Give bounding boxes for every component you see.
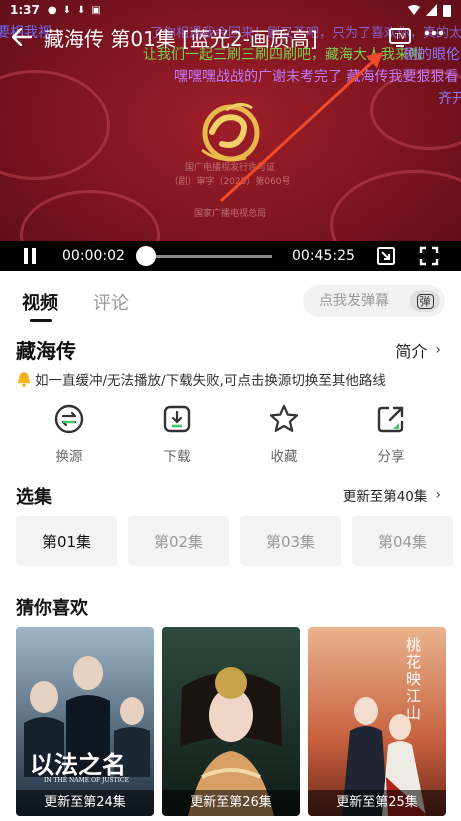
tab-video[interactable]: 视频 [22, 289, 58, 315]
content-tabs: 视频 评论 弹 [0, 271, 461, 331]
recommendation-card[interactable]: 更新至第26集 [162, 627, 300, 816]
video-player[interactable]: 1:37 ● ⬇ ⬇ ▣ 要相我视 了你相遇我会回来！剧又开吧，只为了喜欢你，真… [0, 0, 461, 271]
poster-image [16, 627, 154, 816]
chevron-right-icon: › [435, 487, 441, 503]
total-duration: 00:45:25 [292, 248, 355, 264]
annotation-arrow [220, 52, 383, 202]
seek-handle[interactable] [136, 246, 156, 266]
star-icon [269, 404, 299, 432]
action-label: 下载 [163, 449, 191, 465]
poster-subtitle: IN THE NAME OF JUSTICE [44, 777, 129, 784]
danmaku-toggle-button[interactable]: 弹 [410, 290, 440, 312]
current-time: 00:00:02 [62, 248, 125, 264]
pause-bar [32, 248, 36, 264]
episodes-update-link[interactable]: 更新至第40集 › [343, 485, 441, 505]
favorite-button[interactable]: 收藏 [239, 403, 329, 465]
chevron-right-icon: › [435, 342, 441, 358]
fullscreen-icon [419, 246, 439, 266]
action-label: 收藏 [270, 449, 298, 465]
recommendations-title: 猜你喜欢 [16, 598, 88, 619]
episode-list: 第01集 第02集 第03集 第04集 [16, 516, 453, 566]
recommendation-list: 以法之名 IN THE NAME OF JUSTICE 更新至第24集 更新至第… [16, 627, 446, 816]
playback-notice: 如一直缓冲/无法播放/下载失败,可点击换源切换至其他路线 [16, 369, 386, 389]
poster-title: 以法之名 [30, 750, 126, 779]
episode-item[interactable]: 第01集 [16, 516, 117, 566]
episode-item[interactable]: 第02集 [128, 516, 229, 566]
action-label: 换源 [55, 449, 83, 465]
pause-bar [24, 248, 28, 264]
download-icon [163, 405, 191, 433]
fullscreen-button[interactable] [419, 246, 439, 266]
update-label: 更新至第40集 [342, 489, 428, 505]
swap-icon [54, 404, 84, 434]
danmaku-icon: 弹 [416, 293, 434, 309]
recommendation-card[interactable]: 桃花映江山 更新至第25集 [308, 627, 446, 816]
tab-comments[interactable]: 评论 [93, 289, 129, 315]
recommendation-caption: 更新至第25集 [308, 790, 446, 816]
tab-indicator [30, 319, 52, 322]
poster-title: 桃花映江山 [406, 636, 422, 722]
action-label: 分享 [377, 449, 405, 465]
swap-source-button[interactable]: 换源 [24, 403, 114, 465]
share-button[interactable]: 分享 [346, 403, 436, 465]
poster-image [162, 627, 300, 816]
show-title: 藏海传 [16, 339, 76, 363]
episodes-title: 选集 [16, 487, 52, 508]
intro-link[interactable]: 简介 › [395, 338, 441, 362]
recommendation-caption: 更新至第24集 [16, 790, 154, 816]
download-button[interactable]: 下载 [132, 403, 222, 465]
recommendation-caption: 更新至第26集 [162, 790, 300, 816]
bell-icon [17, 372, 31, 387]
pause-button[interactable] [24, 248, 40, 264]
poster-image [308, 627, 446, 816]
episode-item[interactable]: 第04集 [352, 516, 453, 566]
pip-button[interactable] [376, 246, 396, 266]
notice-text: 如一直缓冲/无法播放/下载失败,可点击换源切换至其他路线 [35, 373, 386, 389]
danmaku-input-box: 弹 [303, 285, 445, 317]
danmaku-input[interactable] [319, 293, 419, 309]
share-icon [377, 406, 404, 433]
player-controls: 00:00:02 00:45:25 [0, 241, 461, 271]
seek-bar[interactable] [146, 255, 272, 258]
episode-item[interactable]: 第03集 [240, 516, 341, 566]
recommendation-card[interactable]: 以法之名 IN THE NAME OF JUSTICE 更新至第24集 [16, 627, 154, 816]
action-bar: 换源 下载 收藏 分享 [0, 403, 461, 473]
intro-label: 简介 [395, 342, 428, 361]
picture-in-picture-icon [377, 247, 395, 265]
